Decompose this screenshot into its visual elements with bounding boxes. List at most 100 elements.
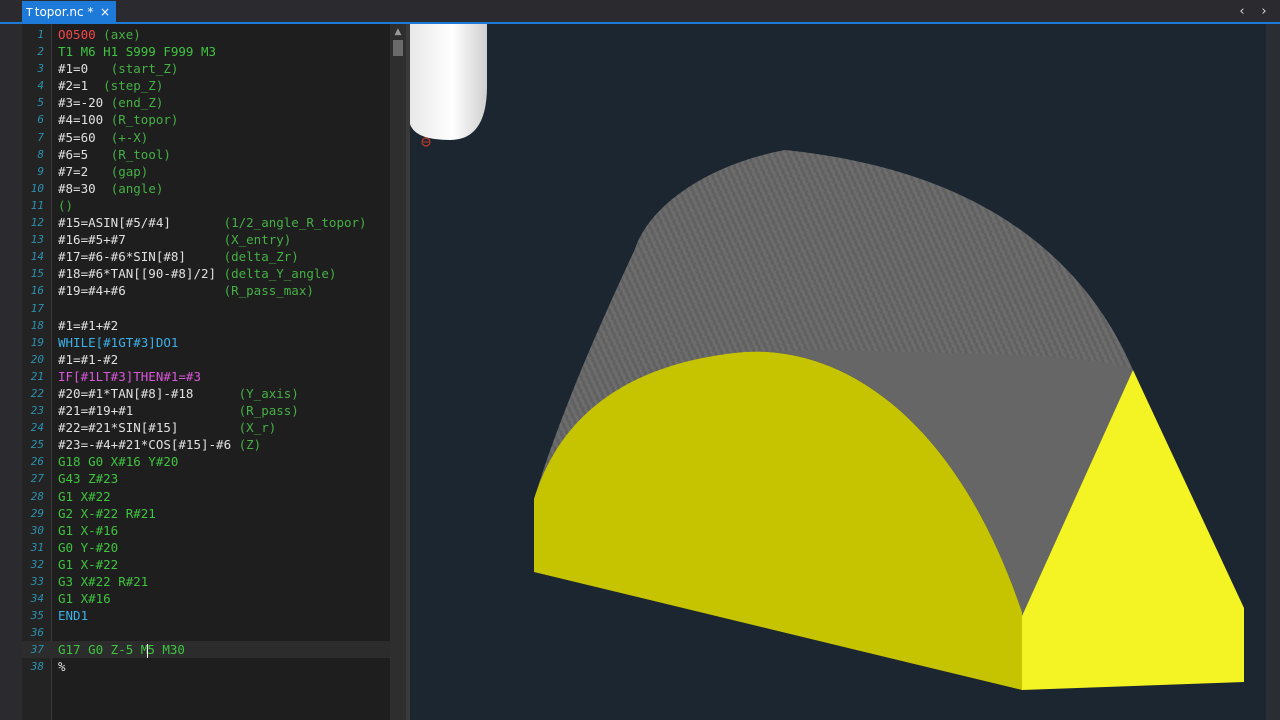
line-number: 5 xyxy=(37,96,44,110)
code-text: G18 G0 X#16 Y#20 xyxy=(58,453,178,470)
line-number: 16 xyxy=(30,284,44,298)
code-line[interactable]: 13 #16=#5+#7 (X_entry) xyxy=(22,231,390,248)
code-line[interactable]: 23 #21=#19+#1 (R_pass) xyxy=(22,402,390,419)
code-editor[interactable]: 1 O0500 (axe) 2 T1 M6 H1 S999 F999 M3 3 #1=0 … xyxy=(22,24,390,720)
code-line[interactable]: 4 #2=1 (step_Z) xyxy=(22,77,390,94)
tab-title: topor.nc * xyxy=(34,5,94,19)
code-text: % xyxy=(58,658,66,675)
code-token: #4=100 xyxy=(58,112,111,128)
code-text: #15=ASIN[#5/#4] (1/2_angle_R_topor) xyxy=(58,214,367,231)
code-line[interactable]: 8 #6=5 (R_tool) xyxy=(22,146,390,163)
code-line[interactable]: 26 G18 G0 X#16 Y#20 xyxy=(22,453,390,470)
code-token: (R_topor) xyxy=(110,112,179,128)
code-token: G0 Y-#20 xyxy=(58,539,119,555)
code-token: #7=2 xyxy=(58,163,111,179)
code-text: #23=-#4+#21*COS[#15]-#6 (Z) xyxy=(58,436,261,453)
code-text: G17 G0 Z-5 M5 M30 xyxy=(58,641,185,658)
line-number: 32 xyxy=(30,557,44,571)
tab-close-icon[interactable]: × xyxy=(100,1,110,23)
code-line[interactable]: 14 #17=#6-#6*SIN[#8] (delta_Zr) xyxy=(22,248,390,265)
code-token: #17=#6-#6*SIN[#8] xyxy=(58,249,224,265)
code-lines: 1 O0500 (axe) 2 T1 M6 H1 S999 F999 M3 3 #1=0 … xyxy=(22,26,390,676)
code-token: (Y_axis) xyxy=(238,385,299,401)
code-line[interactable]: 34 G1 X#16 xyxy=(22,590,390,607)
code-text: #16=#5+#7 (X_entry) xyxy=(58,231,291,248)
code-token: #8=30 xyxy=(58,180,111,196)
code-line[interactable]: 31 G0 Y-#20 xyxy=(22,539,390,556)
chevron-right-icon[interactable]: › xyxy=(1256,2,1272,22)
line-number: 9 xyxy=(37,164,44,178)
code-token: (delta_Y_angle) xyxy=(223,266,337,282)
code-line[interactable]: 3 #1=0 (start_Z) xyxy=(22,60,390,77)
code-line[interactable]: 28 G1 X#22 xyxy=(22,488,390,505)
line-number: 38 xyxy=(30,660,44,674)
code-line[interactable]: 29 G2 X-#22 R#21 xyxy=(22,505,390,522)
3d-simulation-viewport[interactable] xyxy=(410,24,1266,720)
code-text: #5=60 (+-X) xyxy=(58,129,148,146)
editor-vertical-scrollbar[interactable]: ▲ xyxy=(390,24,406,720)
code-token: #15=ASIN[#5/#4] xyxy=(58,215,224,231)
code-line[interactable]: 37 G17 G0 Z-5 M5 M30 xyxy=(22,641,390,659)
code-token: G1 X#16 xyxy=(58,591,111,607)
code-token: (gap) xyxy=(110,163,149,179)
line-number: 23 xyxy=(30,404,44,418)
code-text: #1=#1-#2 xyxy=(58,351,118,368)
code-token: % xyxy=(58,659,66,675)
code-line[interactable]: 25 #23=-#4+#21*COS[#15]-#6 (Z) xyxy=(22,436,390,453)
line-number: 27 xyxy=(30,472,44,486)
code-text: G1 X#16 xyxy=(58,590,111,607)
code-line[interactable]: 2 T1 M6 H1 S999 F999 M3 xyxy=(22,43,390,60)
code-token: G18 G0 X#16 Y#20 xyxy=(58,454,179,470)
line-number: 28 xyxy=(30,489,44,503)
code-line[interactable]: 35 END1 xyxy=(22,607,390,624)
code-line[interactable]: 12 #15=ASIN[#5/#4] (1/2_angle_R_topor) xyxy=(22,214,390,231)
code-text: #3=-20 (end_Z) xyxy=(58,94,163,111)
line-number: 10 xyxy=(30,181,44,195)
code-token: #22=#21*SIN[#15] xyxy=(58,420,239,436)
code-token: #6=5 xyxy=(58,146,111,162)
code-token: #20=#1*TAN[#8]-#18 xyxy=(58,385,239,401)
code-line[interactable]: 6 #4=100 (R_topor) xyxy=(22,111,390,128)
code-line[interactable]: 5 #3=-20 (end_Z) xyxy=(22,94,390,111)
code-line[interactable]: 10 #8=30 (angle) xyxy=(22,180,390,197)
code-line[interactable]: 22 #20=#1*TAN[#8]-#18 (Y_axis) xyxy=(22,385,390,402)
code-text: #7=2 (gap) xyxy=(58,163,148,180)
code-token: (delta_Zr) xyxy=(223,249,299,265)
scrollbar-thumb[interactable] xyxy=(393,40,403,56)
code-text: G1 X#22 xyxy=(58,488,111,505)
code-line[interactable]: 24 #22=#21*SIN[#15] (X_r) xyxy=(22,419,390,436)
code-token: #2=1 xyxy=(58,78,104,94)
code-line[interactable]: 1 O0500 (axe) xyxy=(22,26,390,43)
code-token: G3 X#22 R#21 xyxy=(58,574,149,589)
code-line[interactable]: 33 G3 X#22 R#21 xyxy=(22,573,390,590)
simulation-scene xyxy=(410,24,1244,690)
code-line[interactable]: 38% xyxy=(22,658,390,675)
scroll-up-arrow-icon[interactable]: ▲ xyxy=(390,26,406,38)
code-line[interactable]: 9 #7=2 (gap) xyxy=(22,163,390,180)
tab-topor-nc[interactable]: Ttopor.nc * × xyxy=(22,1,116,23)
code-token: #16=#5+#7 xyxy=(58,232,224,248)
code-line[interactable]: 11 () xyxy=(22,197,390,214)
code-text: G2 X-#22 R#21 xyxy=(58,505,156,522)
line-number: 35 xyxy=(30,609,44,623)
code-line[interactable]: 30 G1 X-#16 xyxy=(22,522,390,539)
code-line[interactable]: 20 #1=#1-#2 xyxy=(22,351,390,368)
code-line[interactable]: 27 G43 Z#23 xyxy=(22,470,390,487)
code-line[interactable]: 32 G1 X-#22 xyxy=(22,556,390,573)
code-line[interactable]: 7 #5=60 (+-X) xyxy=(22,129,390,146)
code-line[interactable]: 36 xyxy=(22,624,390,641)
code-token: #18=#6*TAN[[90-#8]/2] xyxy=(58,266,224,282)
code-token: #23=-#4+#21*COS[#15]-#6 xyxy=(58,437,239,453)
code-line[interactable]: 16 #19=#4+#6 (R_pass_max) xyxy=(22,282,390,299)
line-number: 22 xyxy=(30,386,44,400)
chevron-left-icon[interactable]: ‹ xyxy=(1234,2,1250,22)
code-line[interactable]: 17 xyxy=(22,300,390,317)
code-line[interactable]: 18 #1=#1+#2 xyxy=(22,317,390,334)
code-text: IF[#1LT#3]THEN#1=#3 xyxy=(58,368,201,385)
code-token: T1 M6 H1 S999 F999 M3 xyxy=(58,44,217,60)
code-line[interactable]: 21 IF[#1LT#3]THEN#1=#3 xyxy=(22,368,390,385)
code-line[interactable]: 19 WHILE[#1GT#3]DO1 xyxy=(22,334,390,351)
code-line[interactable]: 15 #18=#6*TAN[[90-#8]/2] (delta_Y_angle) xyxy=(22,265,390,282)
code-token: () xyxy=(58,197,74,213)
line-number: 29 xyxy=(30,506,44,520)
